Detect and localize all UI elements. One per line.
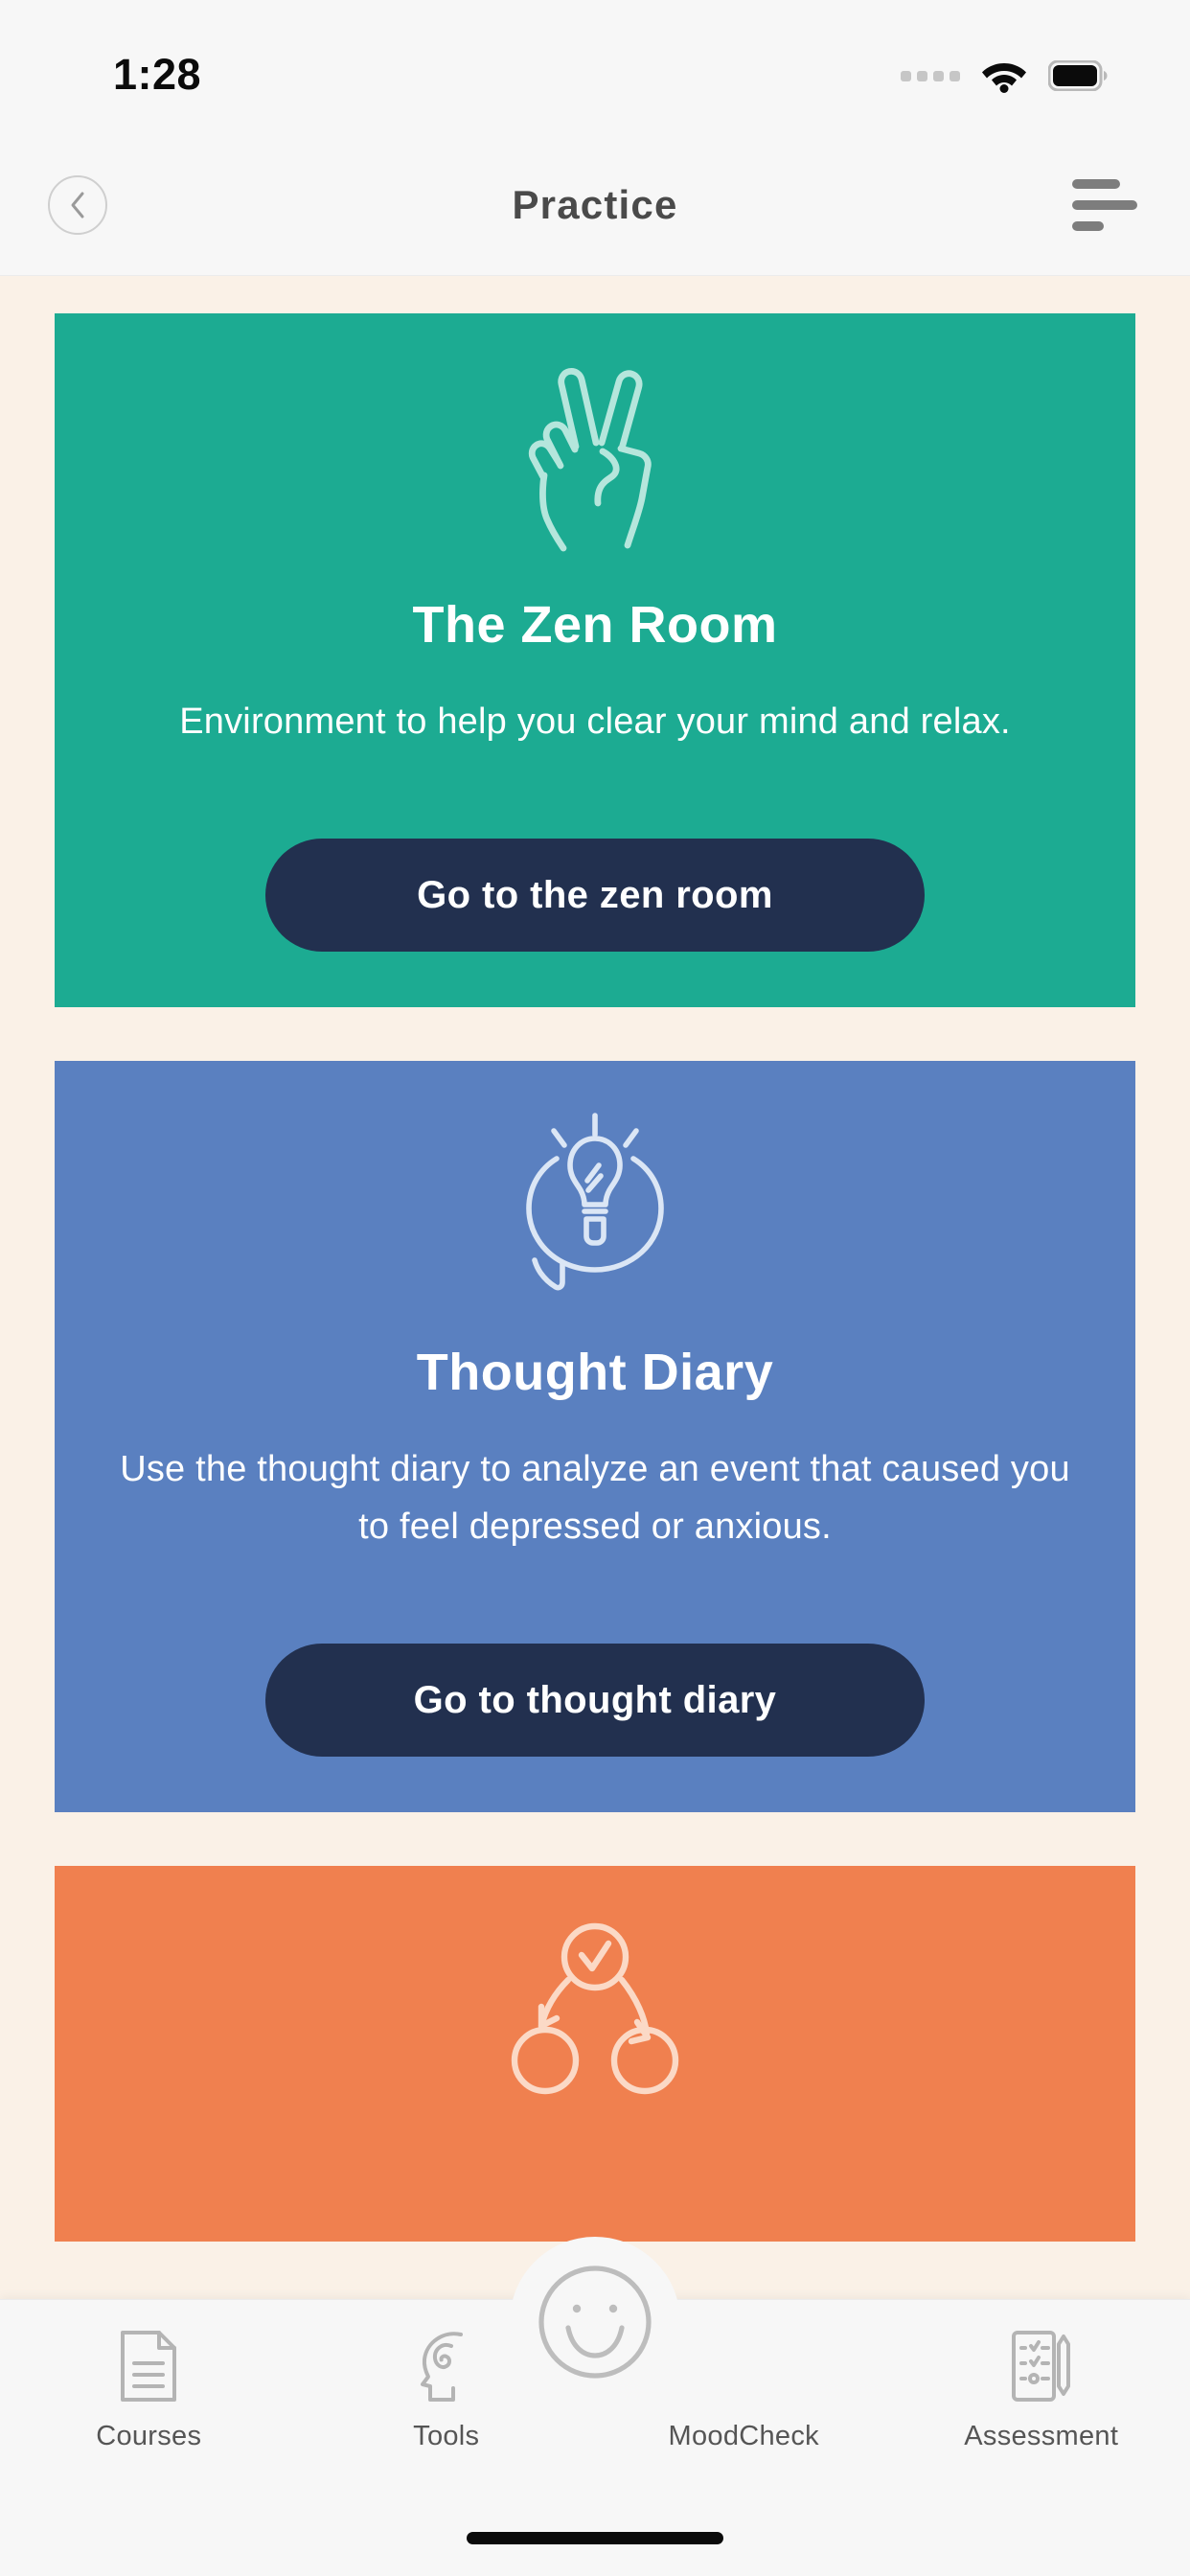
cycle-checkmark-icon [499, 1910, 691, 2111]
card-zen-room[interactable]: The Zen Room Environment to help you cle… [55, 313, 1135, 1008]
app-screen: 1:28 Practice The Zen Room Environment t… [0, 0, 1190, 2576]
document-icon [119, 2325, 178, 2407]
clipboard-checklist-icon [1010, 2325, 1073, 2407]
tab-courses[interactable]: Courses [0, 2325, 298, 2452]
battery-full-icon [1048, 60, 1108, 91]
go-to-zen-room-button[interactable]: Go to the zen room [265, 839, 925, 953]
hamburger-menu-icon[interactable] [1067, 176, 1137, 234]
tab-label: Courses [96, 2421, 202, 2451]
card-title: Thought Diary [416, 1344, 774, 1402]
page-title: Practice [512, 181, 678, 227]
nav-header: Practice [0, 134, 1190, 276]
tab-label: Assessment [964, 2421, 1119, 2451]
head-spiral-icon [419, 2325, 474, 2407]
back-button[interactable] [48, 174, 107, 235]
card-thought-diary[interactable]: Thought Diary Use the thought diary to a… [55, 1061, 1135, 1813]
bottom-tab-bar: Courses Tools MoodCheck Assessment [0, 2237, 1190, 2576]
chevron-left-icon [71, 192, 84, 218]
tab-label: MoodCheck [668, 2421, 819, 2451]
moodcheck-fab-button[interactable] [510, 2237, 680, 2407]
status-bar: 1:28 [0, 0, 1190, 134]
tab-label: Tools [413, 2421, 480, 2451]
home-indicator [467, 2532, 723, 2544]
signal-dots-icon [901, 70, 960, 81]
go-to-thought-diary-button[interactable]: Go to thought diary [265, 1644, 925, 1758]
card-cycle[interactable] [55, 1866, 1135, 2242]
card-title: The Zen Room [412, 596, 778, 654]
wifi-icon [982, 63, 1026, 93]
peace-hand-icon [516, 357, 674, 559]
card-description: Use the thought diary to analyze an even… [120, 1449, 1070, 1548]
status-time: 1:28 [113, 50, 202, 99]
lightbulb-speech-bubble-icon [511, 1105, 679, 1306]
tab-assessment[interactable]: Assessment [893, 2325, 1190, 2452]
practice-card-list[interactable]: The Zen Room Environment to help you cle… [0, 277, 1190, 2299]
card-description: Environment to help you clear your mind … [179, 702, 1011, 742]
smiley-face-icon [538, 2266, 652, 2379]
status-indicators [901, 58, 1108, 93]
